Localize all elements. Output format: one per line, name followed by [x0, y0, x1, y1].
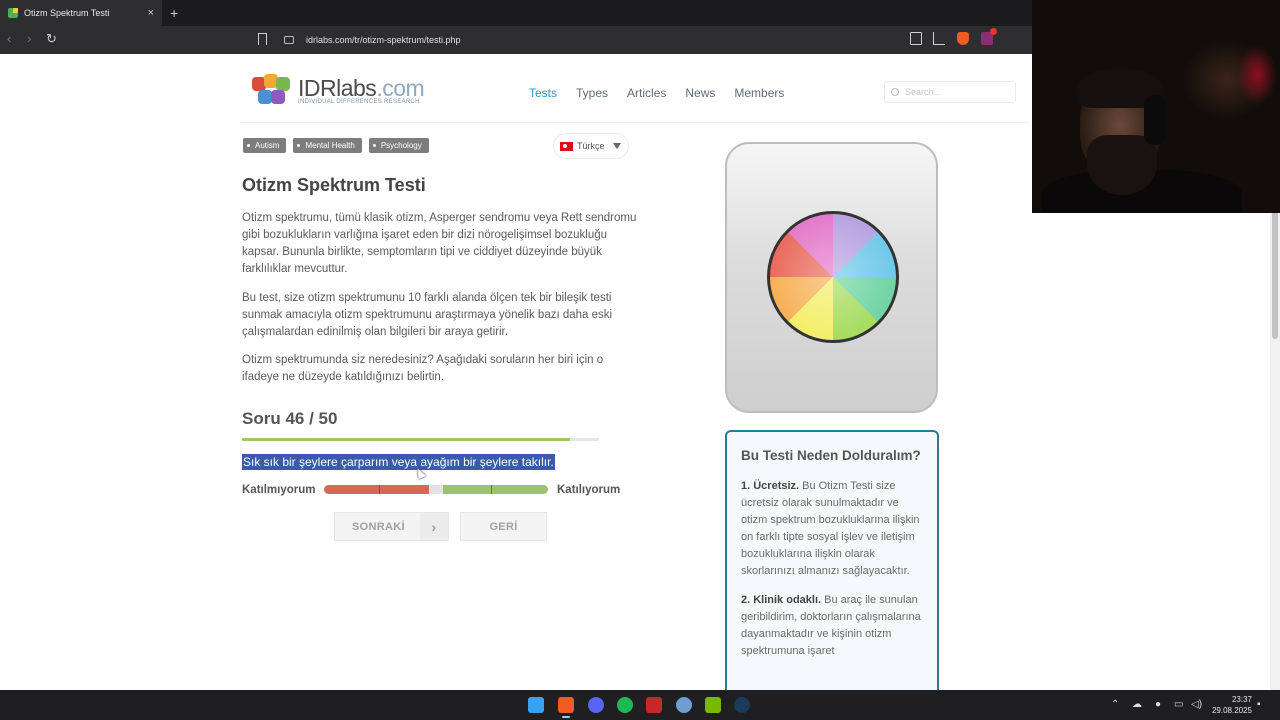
reload-icon[interactable]: ↻ — [46, 31, 57, 47]
webcam-overlay — [1032, 0, 1280, 213]
idrlabs-favicon-icon — [8, 8, 18, 18]
language-selector[interactable]: Türkçe — [553, 133, 629, 159]
brave-browser-icon[interactable] — [558, 697, 574, 713]
chevron-up-icon[interactable]: ⌃ — [1111, 699, 1119, 710]
dropdown-arrow-icon — [612, 143, 621, 149]
test-illustration — [725, 142, 938, 413]
tag-list: Autism Mental Health Psychology — [243, 138, 429, 153]
idrlabs-logo[interactable]: IDRlabs.com INDIVIDUAL DIFFERENCES RESEA… — [252, 74, 425, 108]
network-icon[interactable]: ▭ — [1174, 699, 1183, 710]
scale-neutral-segment[interactable] — [429, 485, 443, 494]
info-item-clinical: 2. Klinik odaklı. Bu araç ile sunulan ge… — [741, 594, 921, 657]
address-bar[interactable]: idrlabs.com/tr/otizm-spektrum/testi.php — [278, 30, 1008, 50]
back-arrow-icon[interactable]: ‹ — [7, 31, 11, 46]
site-search[interactable] — [884, 81, 1016, 103]
scale-disagree-segment[interactable] — [324, 485, 429, 494]
settings-app-icon[interactable] — [676, 697, 692, 713]
nav-news[interactable]: News — [685, 86, 715, 100]
header-divider — [240, 122, 1030, 123]
agreement-scale[interactable] — [324, 485, 548, 494]
volume-icon[interactable]: ◁) — [1191, 699, 1202, 710]
microphone-icon[interactable]: ● — [1155, 699, 1161, 710]
share-icon[interactable] — [933, 32, 945, 45]
nav-tests[interactable]: Tests — [529, 86, 557, 100]
disagree-label: Katılmıyorum — [242, 484, 316, 496]
chevron-right-icon: › — [420, 513, 448, 540]
agree-label: Katılıyorum — [557, 484, 621, 496]
main-nav: Tests Types Articles News Members — [529, 86, 784, 100]
clock-date: 29.08.2025 — [1211, 706, 1252, 715]
scale-tick — [379, 485, 380, 494]
brave-shields-icon[interactable] — [957, 32, 969, 45]
language-label: Türkçe — [577, 141, 605, 151]
bookmark-icon[interactable] — [258, 33, 267, 45]
logo-hexagons-icon — [252, 74, 294, 108]
discord-icon[interactable] — [588, 697, 604, 713]
browser-tab[interactable]: Otizm Spektrum Testi × — [0, 0, 162, 26]
cloud-icon[interactable]: ☁ — [1132, 699, 1142, 710]
tab-close-icon[interactable]: × — [148, 7, 154, 19]
intro-paragraph-3: Otizm spektrumunda siz neredesiniz? Aşağ… — [242, 354, 604, 383]
clock-time: 23:37 — [1231, 695, 1252, 704]
scroll-thumb[interactable] — [1272, 211, 1278, 339]
back-button[interactable]: GERİ — [460, 512, 547, 541]
info-box-title: Bu Testi Neden Dolduralım? — [741, 448, 921, 463]
search-input[interactable] — [905, 87, 1005, 97]
why-take-test-box: Bu Testi Neden Dolduralım? 1. Ücretsiz. … — [725, 430, 939, 690]
windows-taskbar: ⌃ ☁ ● ▭ ◁) 23:37 29.08.2025 ▪ — [0, 690, 1280, 720]
question-counter: Soru 46 / 50 — [242, 409, 338, 428]
info-item-free: 1. Ücretsiz. Bu Otizm Testi size ücretsi… — [741, 480, 920, 577]
notification-badge — [990, 28, 997, 35]
question-text: Sık sık bir şeylere çarparım veya ayağım… — [242, 454, 555, 470]
logo-name: IDRlabs.com — [298, 75, 425, 101]
system-clock[interactable]: 23:37 29.08.2025 — [1208, 694, 1252, 716]
progress-fill — [242, 438, 571, 441]
search-icon — [891, 88, 899, 96]
nav-members[interactable]: Members — [734, 86, 784, 100]
intro-paragraph-2: Bu test, size otizm spektrumunu 10 farkl… — [242, 292, 613, 338]
page-title: Otizm Spektrum Testi — [242, 175, 426, 195]
intro-paragraph-1: Otizm spektrumu, tümü klasik otizm, Aspe… — [242, 212, 637, 275]
reader-mode-icon[interactable] — [910, 32, 922, 45]
tab-title: Otizm Spektrum Testi — [24, 8, 110, 18]
url-text[interactable]: idrlabs.com/tr/otizm-spektrum/testi.php — [306, 35, 461, 45]
new-tab-button[interactable]: + — [170, 5, 178, 21]
active-app-indicator — [562, 716, 570, 718]
site-settings-icon[interactable] — [284, 36, 294, 44]
logo-tagline: INDIVIDUAL DIFFERENCES RESEARCH — [298, 99, 420, 105]
headset-icon — [1144, 95, 1166, 145]
nvidia-icon[interactable] — [705, 697, 721, 713]
next-button[interactable]: SONRAKİ › — [334, 512, 449, 541]
forward-arrow-icon[interactable]: › — [27, 31, 31, 46]
next-button-label: SONRAKİ — [352, 520, 405, 533]
steam-icon[interactable] — [734, 697, 750, 713]
notification-icon[interactable]: ▪ — [1257, 699, 1261, 710]
turkey-flag-icon — [560, 141, 573, 151]
color-wheel-icon — [767, 211, 899, 343]
nav-articles[interactable]: Articles — [627, 86, 666, 100]
netflix-icon[interactable] — [646, 697, 662, 713]
scale-agree-segment[interactable] — [443, 485, 548, 494]
spotify-icon[interactable] — [617, 697, 633, 713]
brave-rewards-icon[interactable] — [981, 28, 997, 45]
tag-psychology[interactable]: Psychology — [368, 138, 429, 153]
nav-types[interactable]: Types — [576, 86, 608, 100]
scale-tick — [491, 485, 492, 494]
tag-autism[interactable]: Autism — [243, 138, 287, 153]
start-menu-icon[interactable] — [528, 697, 544, 713]
tag-mental-health[interactable]: Mental Health — [293, 138, 362, 153]
progress-bar — [242, 438, 599, 441]
